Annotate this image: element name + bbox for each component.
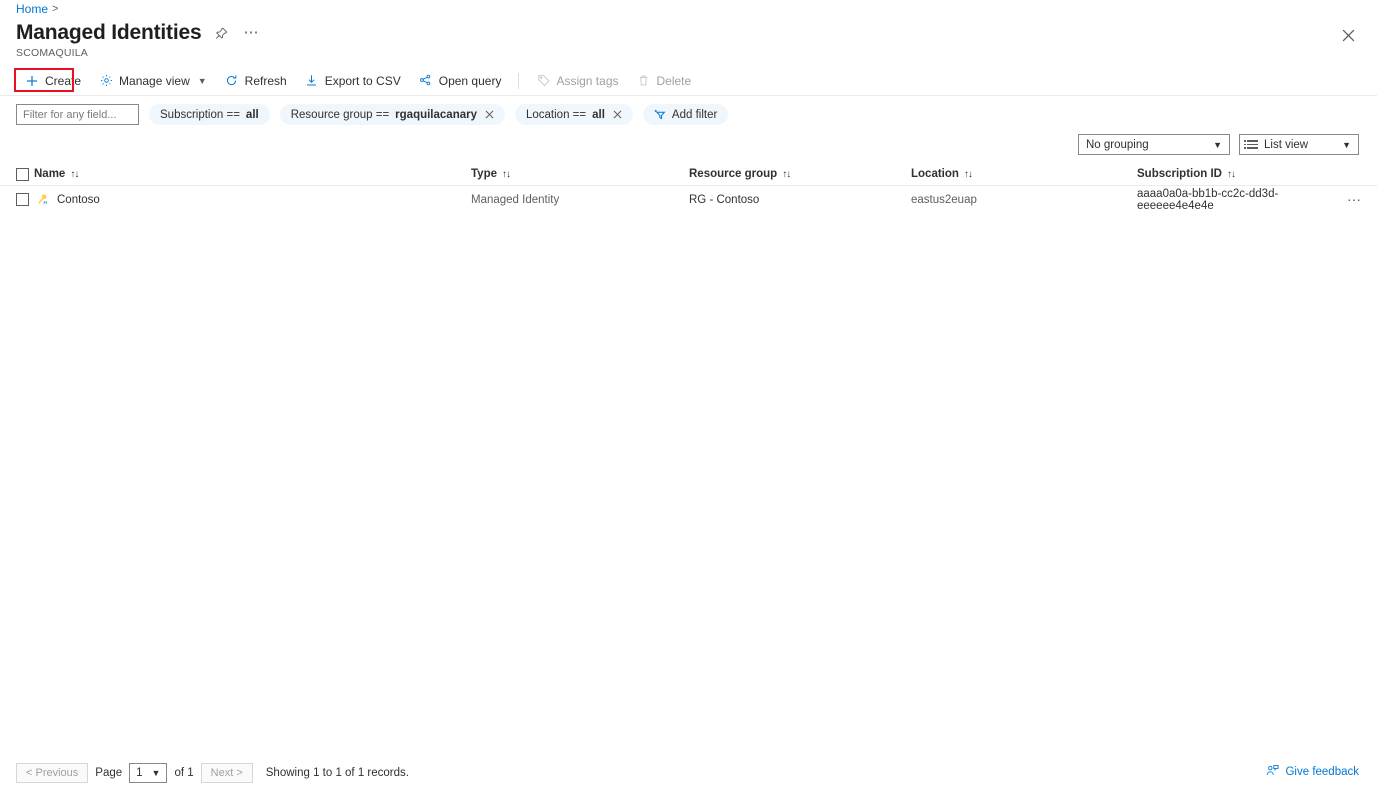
- sort-arrows-icon[interactable]: ↑↓: [782, 169, 790, 180]
- filter-pill-subscription[interactable]: Subscription == all: [149, 104, 270, 125]
- filter-pill-location[interactable]: Location == all: [515, 104, 633, 125]
- create-button[interactable]: Create: [16, 68, 90, 94]
- row-name[interactable]: Contoso: [57, 194, 100, 206]
- row-location: eastus2euap: [911, 194, 1137, 206]
- column-header-name[interactable]: Name: [34, 168, 65, 180]
- download-icon: [305, 74, 319, 88]
- assign-tags-button[interactable]: Assign tags: [527, 68, 627, 94]
- add-filter-button[interactable]: Add filter: [643, 104, 728, 125]
- column-header-location[interactable]: Location: [911, 168, 959, 180]
- sort-arrows-icon[interactable]: ↑↓: [70, 169, 78, 180]
- open-query-button[interactable]: Open query: [410, 68, 511, 94]
- view-mode-select[interactable]: List view ▼: [1239, 134, 1359, 155]
- refresh-label: Refresh: [245, 74, 287, 88]
- filter-pill-location-value: all: [592, 109, 605, 121]
- remove-filter-resource-group-icon[interactable]: [485, 109, 494, 121]
- sort-arrows-icon[interactable]: ↑↓: [1227, 169, 1235, 180]
- row-type: Managed Identity: [471, 194, 689, 206]
- export-to-csv-button[interactable]: Export to CSV: [296, 68, 410, 94]
- assign-tags-label: Assign tags: [556, 74, 618, 88]
- grouping-select-value: No grouping: [1086, 139, 1149, 151]
- toolbar-divider: [518, 73, 519, 89]
- select-all-checkbox[interactable]: [16, 168, 29, 181]
- breadcrumb-separator-icon: >: [52, 3, 58, 15]
- list-view-icon: [1247, 140, 1258, 149]
- give-feedback-button[interactable]: Give feedback: [1266, 764, 1359, 780]
- search-input[interactable]: [16, 104, 139, 125]
- add-filter-label: Add filter: [672, 109, 717, 121]
- filter-pill-subscription-value: all: [246, 109, 259, 121]
- query-icon: [419, 74, 433, 88]
- refresh-button[interactable]: Refresh: [216, 68, 296, 94]
- previous-page-button[interactable]: < Previous: [16, 763, 88, 783]
- delete-label: Delete: [657, 74, 692, 88]
- filter-pill-location-label: Location ==: [526, 109, 586, 121]
- chevron-down-icon: ▼: [152, 768, 161, 778]
- breadcrumb: Home >: [16, 2, 58, 16]
- table-header-row: Name ↑↓ Type ↑↓ Resource group ↑↓ Locati…: [0, 163, 1377, 185]
- filter-bar: Subscription == all Resource group == rg…: [16, 104, 728, 125]
- command-bar-divider: [0, 95, 1377, 96]
- page-label: Page: [95, 767, 122, 779]
- page-header: Managed Identities ⋯: [16, 20, 261, 46]
- tag-icon: [536, 74, 550, 88]
- records-summary: Showing 1 to 1 of 1 records.: [266, 767, 409, 779]
- close-icon[interactable]: [1337, 24, 1359, 46]
- row-resource-group[interactable]: RG - Contoso: [689, 194, 911, 206]
- resources-table: Name ↑↓ Type ↑↓ Resource group ↑↓ Locati…: [0, 163, 1377, 213]
- filter-pill-resource-group[interactable]: Resource group == rgaquilacanary: [280, 104, 505, 125]
- table-row[interactable]: Contoso Managed Identity RG - Contoso ea…: [0, 186, 1377, 213]
- column-header-resource-group[interactable]: Resource group: [689, 168, 777, 180]
- row-select-checkbox[interactable]: [16, 193, 29, 206]
- managed-identities-page: Home > Managed Identities ⋯ SCOMAQUILA C…: [0, 0, 1377, 791]
- view-controls: No grouping ▼ List view ▼: [1078, 134, 1359, 155]
- sort-arrows-icon[interactable]: ↑↓: [502, 169, 510, 180]
- column-header-subscription-id[interactable]: Subscription ID: [1137, 168, 1222, 180]
- page-title: Managed Identities: [16, 20, 201, 46]
- chevron-down-icon: ▼: [198, 76, 207, 86]
- view-mode-select-value: List view: [1264, 139, 1308, 151]
- chevron-down-icon: ▼: [1342, 140, 1351, 150]
- filter-pill-subscription-label: Subscription ==: [160, 109, 240, 121]
- row-subscription-id: aaaa0a0a-bb1b-cc2c-dd3d-eeeeee4e4e4e: [1137, 188, 1352, 212]
- total-pages-label: of 1: [174, 767, 193, 779]
- delete-button[interactable]: Delete: [628, 68, 701, 94]
- manage-view-label: Manage view: [119, 74, 190, 88]
- column-header-type[interactable]: Type: [471, 168, 497, 180]
- page-subtitle: SCOMAQUILA: [16, 47, 88, 59]
- breadcrumb-home[interactable]: Home: [16, 2, 48, 16]
- managed-identity-icon: [36, 193, 50, 207]
- grouping-select[interactable]: No grouping ▼: [1078, 134, 1230, 155]
- filter-pill-resource-group-value: rgaquilacanary: [395, 109, 477, 121]
- refresh-icon: [225, 74, 239, 88]
- trash-icon: [637, 74, 651, 88]
- page-more-options-icon[interactable]: ⋯: [241, 23, 261, 43]
- create-button-label: Create: [45, 74, 81, 88]
- filter-pill-resource-group-label: Resource group ==: [291, 109, 389, 121]
- pin-icon[interactable]: [211, 23, 231, 43]
- page-number-value: 1: [136, 767, 142, 779]
- plus-icon: [25, 74, 39, 88]
- add-filter-icon: [654, 108, 667, 121]
- command-bar: Create Manage view ▼ Refresh: [0, 67, 1377, 94]
- pagination-bar: < Previous Page 1 ▼ of 1 Next > Showing …: [0, 755, 1377, 791]
- page-number-select[interactable]: 1 ▼: [129, 763, 167, 783]
- open-query-label: Open query: [439, 74, 502, 88]
- give-feedback-label: Give feedback: [1285, 766, 1359, 778]
- chevron-down-icon: ▼: [1213, 140, 1222, 150]
- export-to-csv-label: Export to CSV: [325, 74, 401, 88]
- next-page-button[interactable]: Next >: [201, 763, 253, 783]
- manage-view-button[interactable]: Manage view ▼: [90, 68, 216, 94]
- gear-icon: [99, 74, 113, 88]
- feedback-icon: [1266, 764, 1279, 780]
- remove-filter-location-icon[interactable]: [613, 109, 622, 121]
- sort-arrows-icon[interactable]: ↑↓: [964, 169, 972, 180]
- row-ellipsis-icon[interactable]: ⋯: [1341, 193, 1368, 206]
